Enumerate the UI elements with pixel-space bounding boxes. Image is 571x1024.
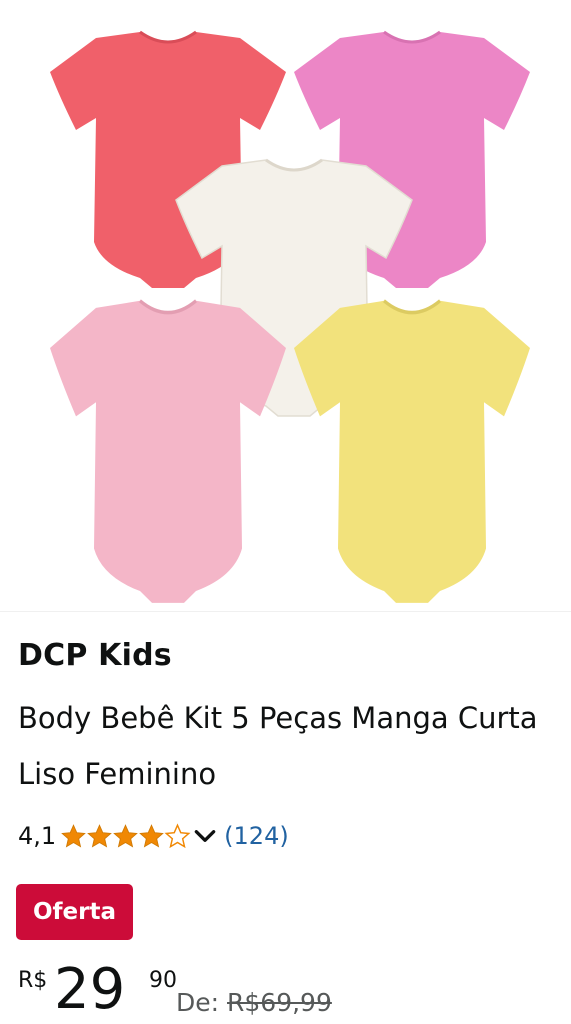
rating-value: 4,1 — [18, 822, 57, 850]
price-fraction: 90 — [149, 968, 177, 993]
onesie-yellow — [294, 298, 530, 603]
review-count-link[interactable]: (124) — [224, 822, 289, 850]
price-whole: 29 — [54, 957, 126, 1022]
list-price-value: R$69,99 — [227, 988, 332, 1017]
list-price: De: R$69,99 — [176, 988, 332, 1017]
product-title[interactable]: Body Bebê Kit 5 Peças Manga Curta Liso F… — [18, 690, 558, 802]
list-price-label: De: — [176, 988, 220, 1017]
star-full-icon — [87, 823, 113, 848]
star-rating[interactable] — [60, 822, 191, 850]
chevron-down-icon[interactable] — [192, 823, 218, 849]
image-divider — [0, 611, 571, 612]
onesie-light-pink — [50, 298, 286, 603]
star-full-icon — [61, 823, 87, 848]
price-currency: R$ — [18, 968, 48, 993]
product-image[interactable] — [0, 0, 571, 612]
rating-row[interactable]: 4,1 (124) — [18, 816, 289, 856]
brand-name[interactable]: DCP Kids — [18, 638, 172, 673]
price-row: R$ 29 90 De: R$69,99 — [18, 956, 571, 1024]
star-full-icon — [139, 823, 165, 848]
star-full-icon — [113, 823, 139, 848]
star-empty-icon — [164, 822, 191, 848]
deal-badge: Oferta — [16, 884, 133, 940]
